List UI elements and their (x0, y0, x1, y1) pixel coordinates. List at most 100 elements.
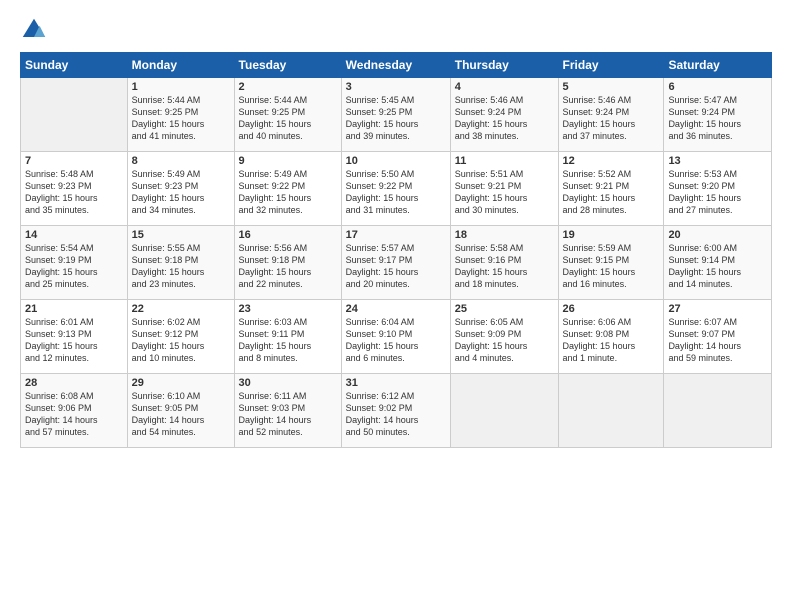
calendar-cell: 1Sunrise: 5:44 AM Sunset: 9:25 PM Daylig… (127, 78, 234, 152)
calendar-cell: 14Sunrise: 5:54 AM Sunset: 9:19 PM Dayli… (21, 226, 128, 300)
day-number: 22 (132, 303, 230, 315)
day-number: 14 (25, 229, 123, 241)
calendar-cell: 3Sunrise: 5:45 AM Sunset: 9:25 PM Daylig… (341, 78, 450, 152)
calendar-cell: 30Sunrise: 6:11 AM Sunset: 9:03 PM Dayli… (234, 374, 341, 448)
day-number: 26 (563, 303, 660, 315)
calendar-cell: 4Sunrise: 5:46 AM Sunset: 9:24 PM Daylig… (450, 78, 558, 152)
calendar-cell: 13Sunrise: 5:53 AM Sunset: 9:20 PM Dayli… (664, 152, 772, 226)
day-number: 30 (239, 377, 337, 389)
day-info: Sunrise: 5:54 AM Sunset: 9:19 PM Dayligh… (25, 242, 123, 291)
header-cell-friday: Friday (558, 53, 664, 78)
calendar-cell: 22Sunrise: 6:02 AM Sunset: 9:12 PM Dayli… (127, 300, 234, 374)
day-number: 20 (668, 229, 767, 241)
calendar-cell: 18Sunrise: 5:58 AM Sunset: 9:16 PM Dayli… (450, 226, 558, 300)
header-cell-wednesday: Wednesday (341, 53, 450, 78)
day-info: Sunrise: 6:07 AM Sunset: 9:07 PM Dayligh… (668, 316, 767, 365)
day-number: 2 (239, 81, 337, 93)
day-info: Sunrise: 6:01 AM Sunset: 9:13 PM Dayligh… (25, 316, 123, 365)
calendar-cell: 7Sunrise: 5:48 AM Sunset: 9:23 PM Daylig… (21, 152, 128, 226)
calendar-cell: 16Sunrise: 5:56 AM Sunset: 9:18 PM Dayli… (234, 226, 341, 300)
calendar-cell: 15Sunrise: 5:55 AM Sunset: 9:18 PM Dayli… (127, 226, 234, 300)
day-info: Sunrise: 6:04 AM Sunset: 9:10 PM Dayligh… (346, 316, 446, 365)
calendar-cell: 26Sunrise: 6:06 AM Sunset: 9:08 PM Dayli… (558, 300, 664, 374)
calendar-cell: 19Sunrise: 5:59 AM Sunset: 9:15 PM Dayli… (558, 226, 664, 300)
day-number: 4 (455, 81, 554, 93)
calendar-cell: 25Sunrise: 6:05 AM Sunset: 9:09 PM Dayli… (450, 300, 558, 374)
day-number: 31 (346, 377, 446, 389)
day-number: 24 (346, 303, 446, 315)
day-info: Sunrise: 5:58 AM Sunset: 9:16 PM Dayligh… (455, 242, 554, 291)
header-row: SundayMondayTuesdayWednesdayThursdayFrid… (21, 53, 772, 78)
header-cell-monday: Monday (127, 53, 234, 78)
day-info: Sunrise: 5:55 AM Sunset: 9:18 PM Dayligh… (132, 242, 230, 291)
page: SundayMondayTuesdayWednesdayThursdayFrid… (0, 0, 792, 612)
calendar-cell: 5Sunrise: 5:46 AM Sunset: 9:24 PM Daylig… (558, 78, 664, 152)
day-info: Sunrise: 6:12 AM Sunset: 9:02 PM Dayligh… (346, 390, 446, 439)
day-number: 9 (239, 155, 337, 167)
day-info: Sunrise: 5:50 AM Sunset: 9:22 PM Dayligh… (346, 168, 446, 217)
day-info: Sunrise: 6:10 AM Sunset: 9:05 PM Dayligh… (132, 390, 230, 439)
calendar-cell: 10Sunrise: 5:50 AM Sunset: 9:22 PM Dayli… (341, 152, 450, 226)
week-row-2: 7Sunrise: 5:48 AM Sunset: 9:23 PM Daylig… (21, 152, 772, 226)
calendar-cell (558, 374, 664, 448)
day-number: 29 (132, 377, 230, 389)
day-number: 17 (346, 229, 446, 241)
day-number: 25 (455, 303, 554, 315)
day-number: 21 (25, 303, 123, 315)
day-info: Sunrise: 6:05 AM Sunset: 9:09 PM Dayligh… (455, 316, 554, 365)
day-info: Sunrise: 5:56 AM Sunset: 9:18 PM Dayligh… (239, 242, 337, 291)
day-number: 1 (132, 81, 230, 93)
calendar-cell: 27Sunrise: 6:07 AM Sunset: 9:07 PM Dayli… (664, 300, 772, 374)
calendar-table: SundayMondayTuesdayWednesdayThursdayFrid… (20, 52, 772, 448)
week-row-3: 14Sunrise: 5:54 AM Sunset: 9:19 PM Dayli… (21, 226, 772, 300)
day-number: 7 (25, 155, 123, 167)
logo-icon (20, 16, 48, 44)
day-info: Sunrise: 5:52 AM Sunset: 9:21 PM Dayligh… (563, 168, 660, 217)
day-number: 27 (668, 303, 767, 315)
day-info: Sunrise: 5:47 AM Sunset: 9:24 PM Dayligh… (668, 94, 767, 143)
calendar-cell: 23Sunrise: 6:03 AM Sunset: 9:11 PM Dayli… (234, 300, 341, 374)
day-info: Sunrise: 5:51 AM Sunset: 9:21 PM Dayligh… (455, 168, 554, 217)
day-info: Sunrise: 5:46 AM Sunset: 9:24 PM Dayligh… (563, 94, 660, 143)
header-cell-tuesday: Tuesday (234, 53, 341, 78)
calendar-cell: 31Sunrise: 6:12 AM Sunset: 9:02 PM Dayli… (341, 374, 450, 448)
day-info: Sunrise: 5:44 AM Sunset: 9:25 PM Dayligh… (132, 94, 230, 143)
calendar-cell: 6Sunrise: 5:47 AM Sunset: 9:24 PM Daylig… (664, 78, 772, 152)
day-info: Sunrise: 6:08 AM Sunset: 9:06 PM Dayligh… (25, 390, 123, 439)
day-info: Sunrise: 5:44 AM Sunset: 9:25 PM Dayligh… (239, 94, 337, 143)
calendar-cell: 12Sunrise: 5:52 AM Sunset: 9:21 PM Dayli… (558, 152, 664, 226)
calendar-cell: 21Sunrise: 6:01 AM Sunset: 9:13 PM Dayli… (21, 300, 128, 374)
day-info: Sunrise: 5:57 AM Sunset: 9:17 PM Dayligh… (346, 242, 446, 291)
calendar-cell: 29Sunrise: 6:10 AM Sunset: 9:05 PM Dayli… (127, 374, 234, 448)
day-info: Sunrise: 6:06 AM Sunset: 9:08 PM Dayligh… (563, 316, 660, 365)
day-number: 3 (346, 81, 446, 93)
calendar-cell (664, 374, 772, 448)
calendar-cell (21, 78, 128, 152)
day-info: Sunrise: 6:11 AM Sunset: 9:03 PM Dayligh… (239, 390, 337, 439)
logo (20, 16, 52, 44)
calendar-cell (450, 374, 558, 448)
day-number: 16 (239, 229, 337, 241)
day-number: 15 (132, 229, 230, 241)
day-info: Sunrise: 5:46 AM Sunset: 9:24 PM Dayligh… (455, 94, 554, 143)
header-cell-saturday: Saturday (664, 53, 772, 78)
week-row-5: 28Sunrise: 6:08 AM Sunset: 9:06 PM Dayli… (21, 374, 772, 448)
day-number: 28 (25, 377, 123, 389)
day-number: 19 (563, 229, 660, 241)
day-info: Sunrise: 5:48 AM Sunset: 9:23 PM Dayligh… (25, 168, 123, 217)
header (20, 16, 772, 44)
day-number: 12 (563, 155, 660, 167)
day-number: 6 (668, 81, 767, 93)
day-number: 23 (239, 303, 337, 315)
calendar-cell: 11Sunrise: 5:51 AM Sunset: 9:21 PM Dayli… (450, 152, 558, 226)
calendar-cell: 20Sunrise: 6:00 AM Sunset: 9:14 PM Dayli… (664, 226, 772, 300)
day-info: Sunrise: 5:59 AM Sunset: 9:15 PM Dayligh… (563, 242, 660, 291)
day-number: 10 (346, 155, 446, 167)
week-row-1: 1Sunrise: 5:44 AM Sunset: 9:25 PM Daylig… (21, 78, 772, 152)
calendar-cell: 17Sunrise: 5:57 AM Sunset: 9:17 PM Dayli… (341, 226, 450, 300)
day-info: Sunrise: 5:45 AM Sunset: 9:25 PM Dayligh… (346, 94, 446, 143)
calendar-cell: 2Sunrise: 5:44 AM Sunset: 9:25 PM Daylig… (234, 78, 341, 152)
day-number: 18 (455, 229, 554, 241)
day-number: 13 (668, 155, 767, 167)
day-info: Sunrise: 5:53 AM Sunset: 9:20 PM Dayligh… (668, 168, 767, 217)
